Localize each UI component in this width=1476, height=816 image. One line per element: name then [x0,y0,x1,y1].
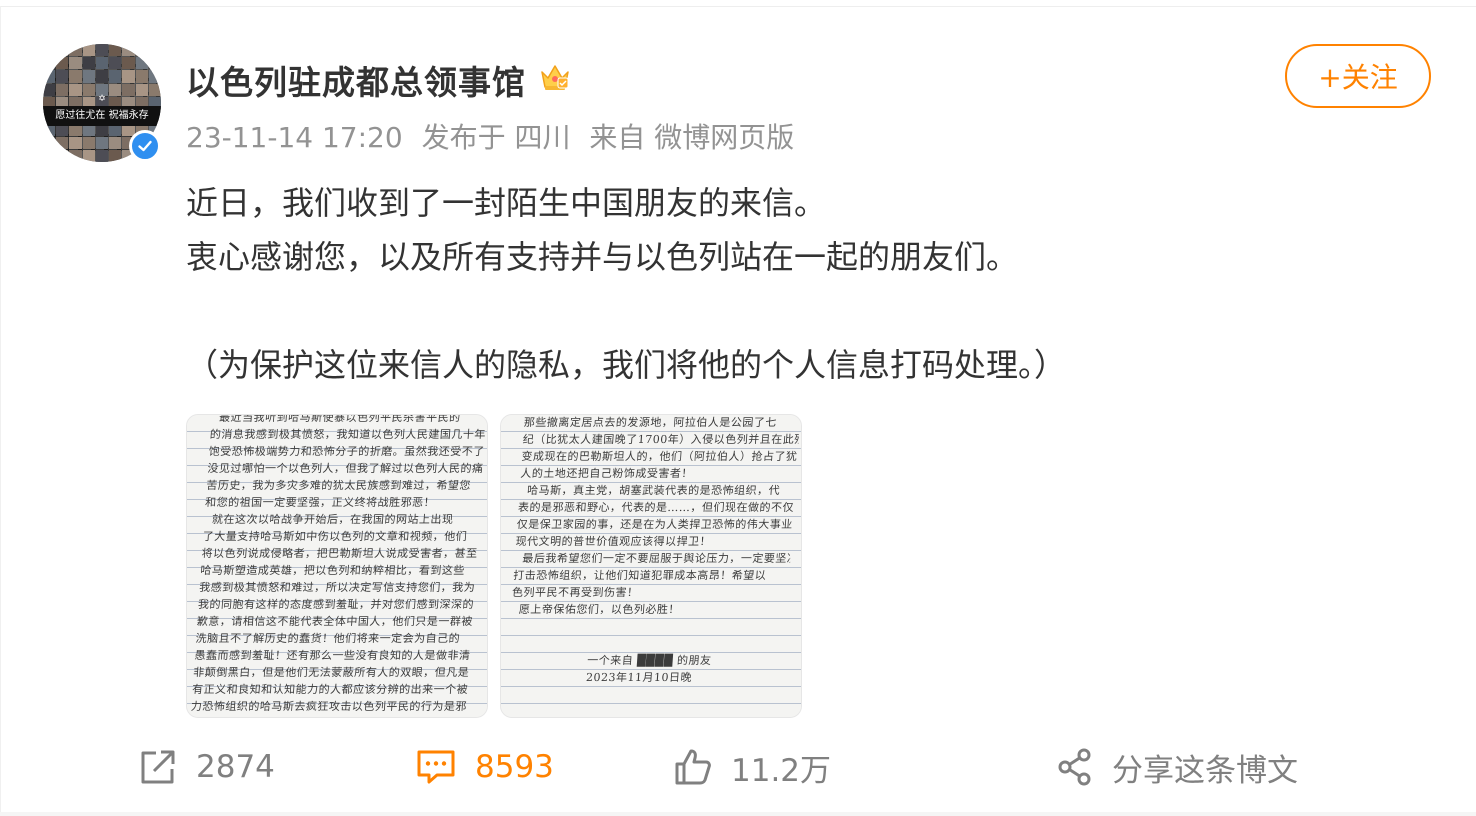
post-source: 来自 微博网页版 [589,121,795,154]
avatar-tile [95,136,109,149]
star-of-david-icon: ✡ [98,94,106,104]
avatar-tile [43,136,56,149]
post-text-line: （为保护这位来信人的隐私，我们将他的个人信息打码处理。） [186,346,1067,384]
post-text-line: 衷心感谢您，以及所有支持并与以色列站在一起的朋友们。 [186,238,1019,276]
avatar-tile [109,136,122,149]
avatar-tile [69,136,82,149]
avatar-tile [43,70,56,83]
avatar-tile [82,70,95,83]
avatar-tile [82,44,95,57]
share-icon [1056,747,1094,787]
comment-icon [415,747,457,787]
avatar[interactable]: ✡ 愿过往尤在 祝福永存 [43,44,161,162]
avatar-tile [109,44,122,57]
like-button[interactable]: 11.2万 [673,740,831,794]
avatar-tile [82,57,95,70]
avatar-tile [69,149,82,162]
like-count: 11.2万 [731,752,832,789]
avatar-tile [148,44,161,57]
post-text-line: 近日，我们收到了一封陌生中国朋友的来信。 [186,184,827,222]
avatar-tile [69,57,82,70]
letter-image-2[interactable]: 那些撤离定居点去的发源地，阿拉伯人是公园了七 纪（比犹太人建国晚了1700年）入… [500,414,802,718]
repost-button[interactable]: 2874 [138,740,275,794]
avatar-tile [135,70,148,83]
avatar-tile [43,57,56,70]
post-location: 发布于 四川 [421,121,571,154]
avatar-tile [43,149,56,162]
username[interactable]: 以色列驻成都总领事馆 [186,56,526,104]
avatar-tile [56,136,69,149]
share-button[interactable]: 分享这条博文 [1056,740,1298,794]
verified-badge-icon [129,130,161,162]
avatar-banner-text: 愿过往尤在 祝福永存 [43,106,161,126]
action-bar: 2874 8593 11.2万 分享这条博文 [0,740,1476,800]
bottom-divider [0,812,1476,816]
avatar-tile [43,44,56,57]
avatar-tile [109,70,122,83]
letter-image-1[interactable]: 最近当我听到哈马斯使暴以色列平民杀害平民的 的消息我感到极其愤怒，我知道以色列人… [186,414,488,718]
avatar-tile [56,44,69,57]
post-meta: 23-11-14 17:20 发布于 四川 来自 微博网页版 [186,116,804,156]
thumbs-up-icon [673,747,713,787]
avatar-tile [95,70,109,83]
avatar-tile [43,83,56,96]
avatar-tile [135,83,148,96]
avatar-tile [82,83,95,96]
avatar-tile [82,136,95,149]
comment-count: 8593 [475,749,554,785]
avatar-tile [69,83,82,96]
avatar-tile [148,57,161,70]
avatar-tile [95,149,109,162]
avatar-tile [148,83,161,96]
crown-icon[interactable] [538,60,572,94]
avatar-tile [56,149,69,162]
avatar-tile [148,70,161,83]
avatar-tile [135,44,148,57]
left-divider [0,6,1,816]
handwritten-text: 那些撤离定居点去的发源地，阿拉伯人是公园了七 纪（比犹太人建国晚了1700年）入… [511,416,801,684]
handwritten-text: 最近当我听到哈马斯使暴以色列平民杀害平民的 的消息我感到极其愤怒，我知道以色列人… [190,414,488,713]
avatar-tile [122,83,135,96]
avatar-tile [95,44,109,57]
avatar-tile [109,57,122,70]
follow-button[interactable]: +关注 [1285,44,1431,108]
avatar-tile [56,83,69,96]
post-content: 近日，我们收到了一封陌生中国朋友的来信。 衷心感谢您，以及所有支持并与以色列站在… [186,176,1066,392]
avatar-tile [109,149,122,162]
repost-count: 2874 [196,749,275,785]
avatar-tile [69,44,82,57]
avatar-tile [82,149,95,162]
top-divider [0,6,1476,7]
avatar-tile [122,57,135,70]
avatar-tile [122,44,135,57]
avatar-tile [122,70,135,83]
share-label: 分享这条博文 [1112,752,1298,789]
avatar-tile [109,83,122,96]
avatar-tile [56,70,69,83]
post-timestamp[interactable]: 23-11-14 17:20 [186,121,403,154]
comment-button[interactable]: 8593 [415,740,554,794]
avatar-tile [95,57,109,70]
repost-icon [138,747,178,787]
avatar-tile [69,70,82,83]
avatar-tile [135,57,148,70]
avatar-tile [56,57,69,70]
